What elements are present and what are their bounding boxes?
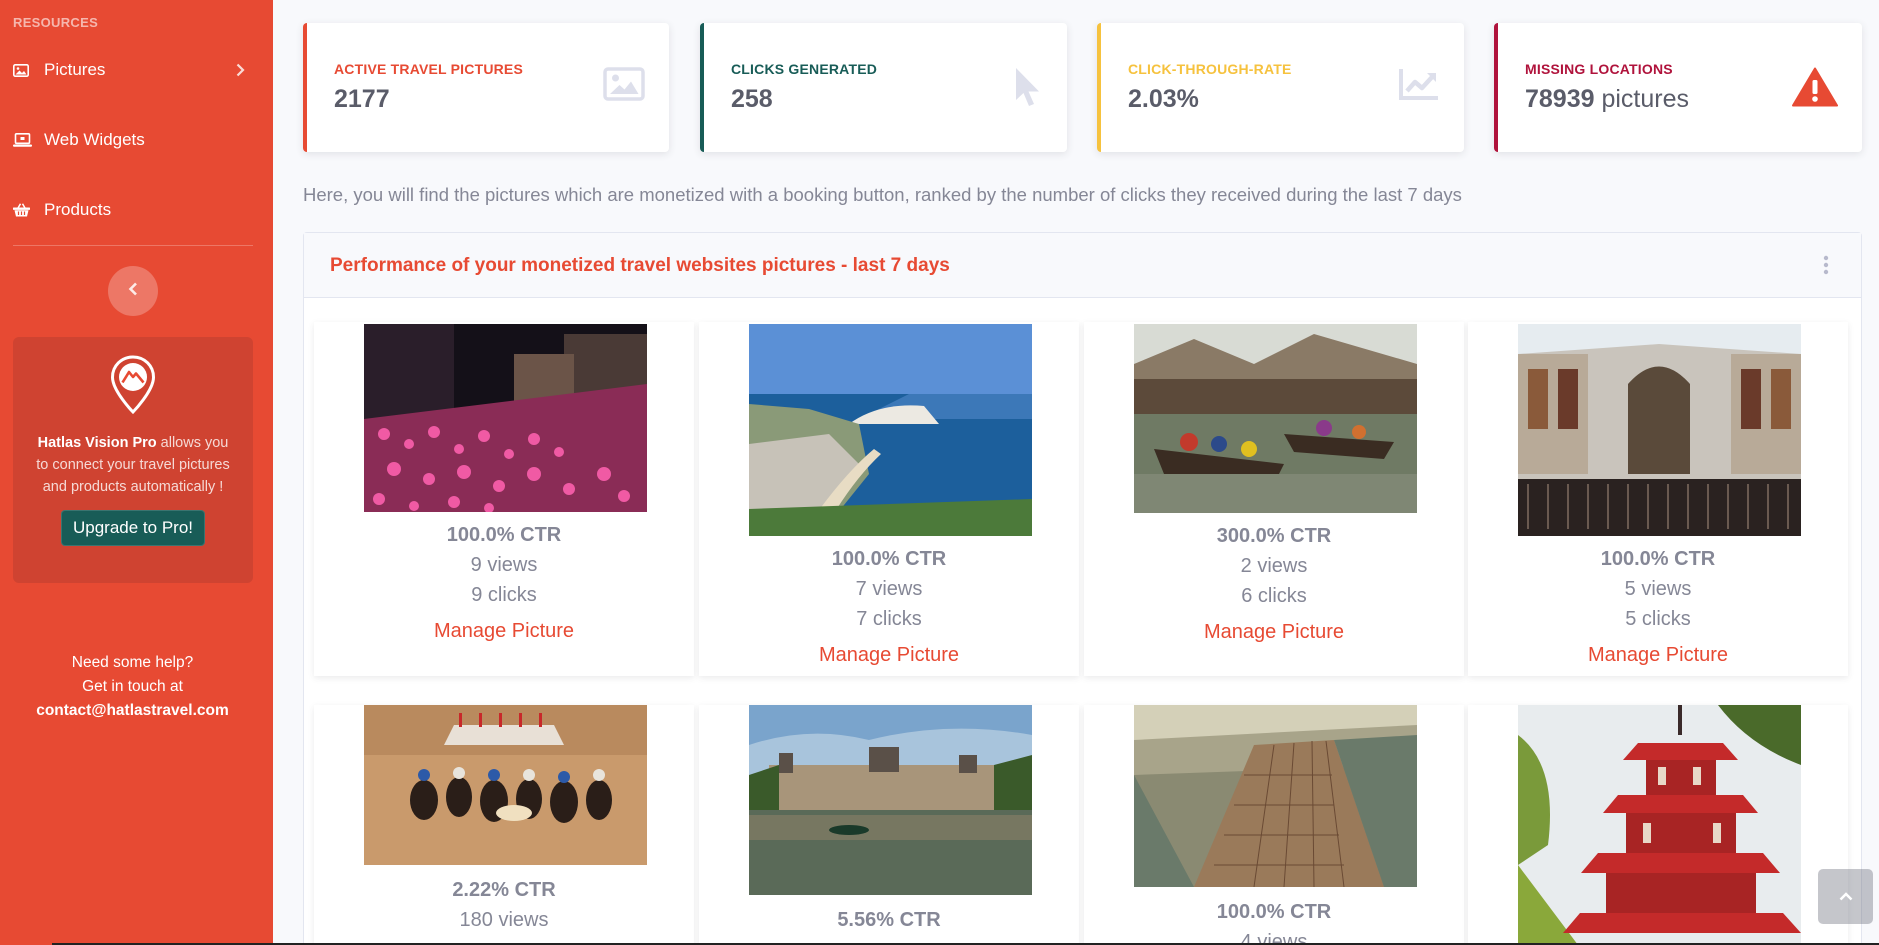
picture-thumbnail[interactable] <box>1134 324 1417 513</box>
stat-card-click-through-rate: Click-through-rate 2.03% <box>1097 23 1464 152</box>
image-icon <box>603 67 645 106</box>
location-pin-logo-icon <box>110 355 156 419</box>
picture-thumbnail[interactable] <box>749 324 1032 536</box>
picture-ctr: 100.0% CTR <box>1216 901 1332 923</box>
sidebar-item-label: Pictures <box>44 60 106 79</box>
cursor-icon <box>1013 67 1043 114</box>
manage-picture-link[interactable]: Manage Picture <box>819 644 959 667</box>
stat-value-unit: pictures <box>1594 85 1690 113</box>
picture-stats: 100.0% CTR 4 views <box>1084 897 1464 945</box>
sidebar-item-label: Products <box>44 200 112 219</box>
picture-clicks: 7 clicks <box>856 608 922 630</box>
picture-ctr: 100.0% CTR <box>831 548 947 570</box>
picture-thumbnail[interactable] <box>1518 705 1801 945</box>
panel-title-period: last 7 days <box>852 255 950 276</box>
intro-text: Here, you will find the pictures which a… <box>303 184 1462 205</box>
stat-value-number: 78939 <box>1525 85 1595 113</box>
picture-clicks: 6 clicks <box>1241 585 1307 607</box>
picture-card: 300.0% CTR 2 views 6 clicks Manage Pictu… <box>1084 322 1464 676</box>
picture-thumbnail[interactable] <box>749 705 1032 895</box>
picture-stats: 2.22% CTR 180 views <box>314 875 694 935</box>
picture-ctr: 5.56% CTR <box>837 909 941 931</box>
sidebar-heading: Resources <box>13 15 99 30</box>
picture-views: 2 views <box>1240 555 1308 577</box>
picture-stats: 100.0% CTR 5 views 5 clicks Manage Pictu… <box>1468 544 1848 667</box>
sidebar-item-label: Web Widgets <box>44 130 145 149</box>
panel-header: Performance of your monetized travel web… <box>304 233 1861 298</box>
stat-card-active-pictures: Active travel pictures 2177 <box>303 23 669 152</box>
picture-clicks: 5 clicks <box>1625 608 1691 630</box>
picture-stats: 100.0% CTR 9 views 9 clicks Manage Pictu… <box>314 520 694 643</box>
stat-card-clicks-generated: Clicks generated 258 <box>700 23 1067 152</box>
manage-picture-link[interactable]: Manage Picture <box>1204 621 1344 644</box>
scroll-to-top-button[interactable] <box>1818 869 1873 924</box>
chevron-left-icon <box>128 282 138 301</box>
manage-picture-link[interactable]: Manage Picture <box>434 620 574 643</box>
sidebar-toggle-button[interactable] <box>108 266 158 316</box>
sidebar-item-products[interactable]: Products <box>0 190 273 230</box>
warning-icon <box>1792 67 1838 112</box>
pro-promo-card: Hatlas Vision Pro allows you to connect … <box>13 337 253 583</box>
picture-stats: 100.0% CTR 7 views 7 clicks Manage Pictu… <box>699 544 1079 667</box>
picture-card: 2.22% CTR 180 views <box>314 705 694 945</box>
picture-thumbnail[interactable] <box>364 705 647 865</box>
picture-ctr: 300.0% CTR <box>1216 525 1332 547</box>
help-section: Need some help? Get in touch at contact@… <box>0 651 265 723</box>
help-line: Need some help? <box>71 654 194 671</box>
picture-card: 100.0% CTR 4 views <box>1084 705 1464 945</box>
picture-clicks: 9 clicks <box>471 584 537 606</box>
sidebar-item-web-widgets[interactable]: Web Widgets <box>0 120 273 160</box>
picture-stats: 5.56% CTR <box>699 905 1079 935</box>
picture-thumbnail[interactable] <box>1518 324 1801 536</box>
picture-ctr: 100.0% CTR <box>1600 548 1716 570</box>
picture-stats: 300.0% CTR 2 views 6 clicks Manage Pictu… <box>1084 521 1464 644</box>
basket-icon <box>13 202 35 218</box>
promo-brand: Hatlas Vision Pro <box>37 435 157 451</box>
help-line: Get in touch at <box>82 678 183 695</box>
sidebar: Resources Pictures Web Widgets Products <box>0 0 273 945</box>
help-email-link[interactable]: contact@hatlastravel.com <box>0 699 265 723</box>
picture-card: 100.0% CTR 7 views 7 clicks Manage Pictu… <box>699 322 1079 676</box>
picture-card: 100.0% CTR 9 views 9 clicks Manage Pictu… <box>314 322 694 676</box>
picture-card <box>1468 705 1848 945</box>
laptop-icon <box>13 132 35 148</box>
picture-ctr: 2.22% CTR <box>452 879 556 901</box>
image-icon <box>13 62 35 78</box>
chart-line-icon <box>1398 67 1440 106</box>
picture-thumbnail[interactable] <box>364 324 647 512</box>
sidebar-item-pictures[interactable]: Pictures <box>0 50 273 90</box>
picture-views: 5 views <box>1624 578 1692 600</box>
picture-card: 5.56% CTR <box>699 705 1079 945</box>
chevron-right-icon <box>236 62 245 82</box>
picture-card: 100.0% CTR 5 views 5 clicks Manage Pictu… <box>1468 322 1848 676</box>
manage-picture-link[interactable]: Manage Picture <box>1588 644 1728 667</box>
picture-views: 9 views <box>470 554 538 576</box>
chevron-up-icon <box>1839 888 1853 906</box>
promo-text: Hatlas Vision Pro allows you to connect … <box>31 432 236 498</box>
picture-ctr: 100.0% CTR <box>446 524 562 546</box>
upgrade-to-pro-button[interactable]: Upgrade to Pro! <box>60 510 205 546</box>
sidebar-divider <box>13 245 253 246</box>
picture-views: 180 views <box>459 909 549 931</box>
panel-title: Performance of your monetized travel web… <box>330 255 853 276</box>
picture-thumbnail[interactable] <box>1134 705 1417 887</box>
picture-views: 7 views <box>855 578 923 600</box>
stat-card-missing-locations: Missing locations 78939 pictures <box>1494 23 1862 152</box>
more-vertical-icon[interactable] <box>1823 255 1829 281</box>
